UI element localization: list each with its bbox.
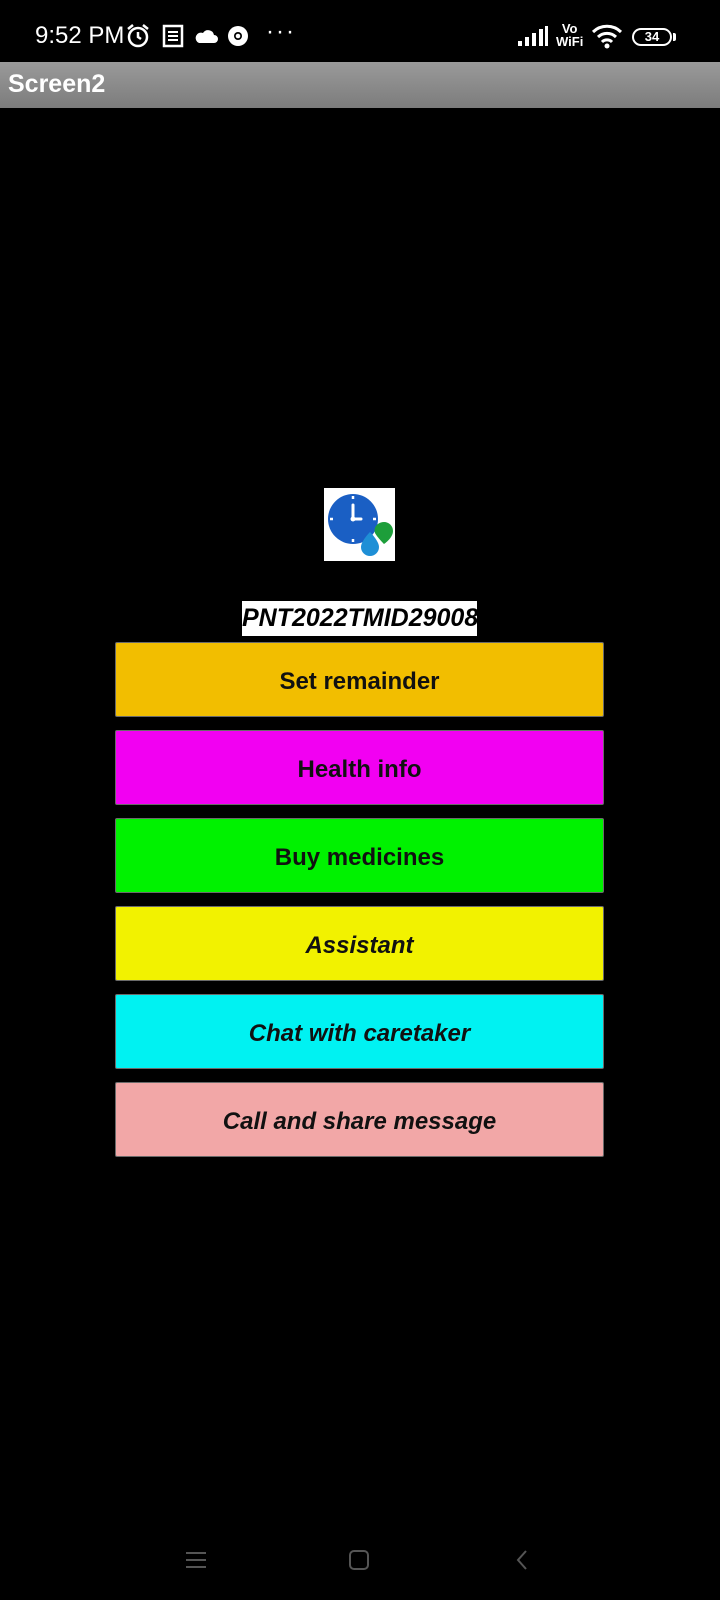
wifi-icon	[590, 22, 624, 50]
back-icon[interactable]	[502, 1540, 542, 1580]
vowifi-bottom-label: WiFi	[556, 34, 584, 49]
news-icon	[160, 22, 186, 50]
vowifi-icon: Vo WiFi	[556, 22, 583, 48]
chrome-icon	[225, 22, 251, 50]
clock-medicine-logo-icon	[324, 488, 395, 561]
menu-icon[interactable]	[176, 1540, 216, 1580]
assistant-button[interactable]: Assistant	[115, 906, 604, 981]
title-bar: Screen2	[0, 62, 720, 108]
signal-icon	[516, 22, 550, 50]
battery-tip	[673, 33, 676, 41]
status-bar: 9:52 PM ··· Vo WiFi 34	[0, 0, 720, 62]
home-icon[interactable]	[339, 1540, 379, 1580]
alarm-icon	[124, 22, 152, 50]
status-time: 9:52 PM	[35, 22, 125, 49]
more-dots-icon: ···	[266, 18, 296, 45]
screen-title: Screen2	[8, 70, 106, 98]
battery-level: 34	[644, 29, 660, 44]
set-remainder-button[interactable]: Set remainder	[115, 642, 604, 717]
health-info-button[interactable]: Health info	[115, 730, 604, 805]
navigation-bar	[0, 1522, 720, 1600]
chat-with-caretaker-button[interactable]: Chat with caretaker	[115, 994, 604, 1069]
call-and-share-message-button[interactable]: Call and share message	[115, 1082, 604, 1157]
battery-icon: 34	[632, 28, 672, 46]
buy-medicines-button[interactable]: Buy medicines	[115, 818, 604, 893]
app-id-label: PNT2022TMID29008	[242, 601, 478, 636]
cloud-icon	[191, 22, 221, 50]
